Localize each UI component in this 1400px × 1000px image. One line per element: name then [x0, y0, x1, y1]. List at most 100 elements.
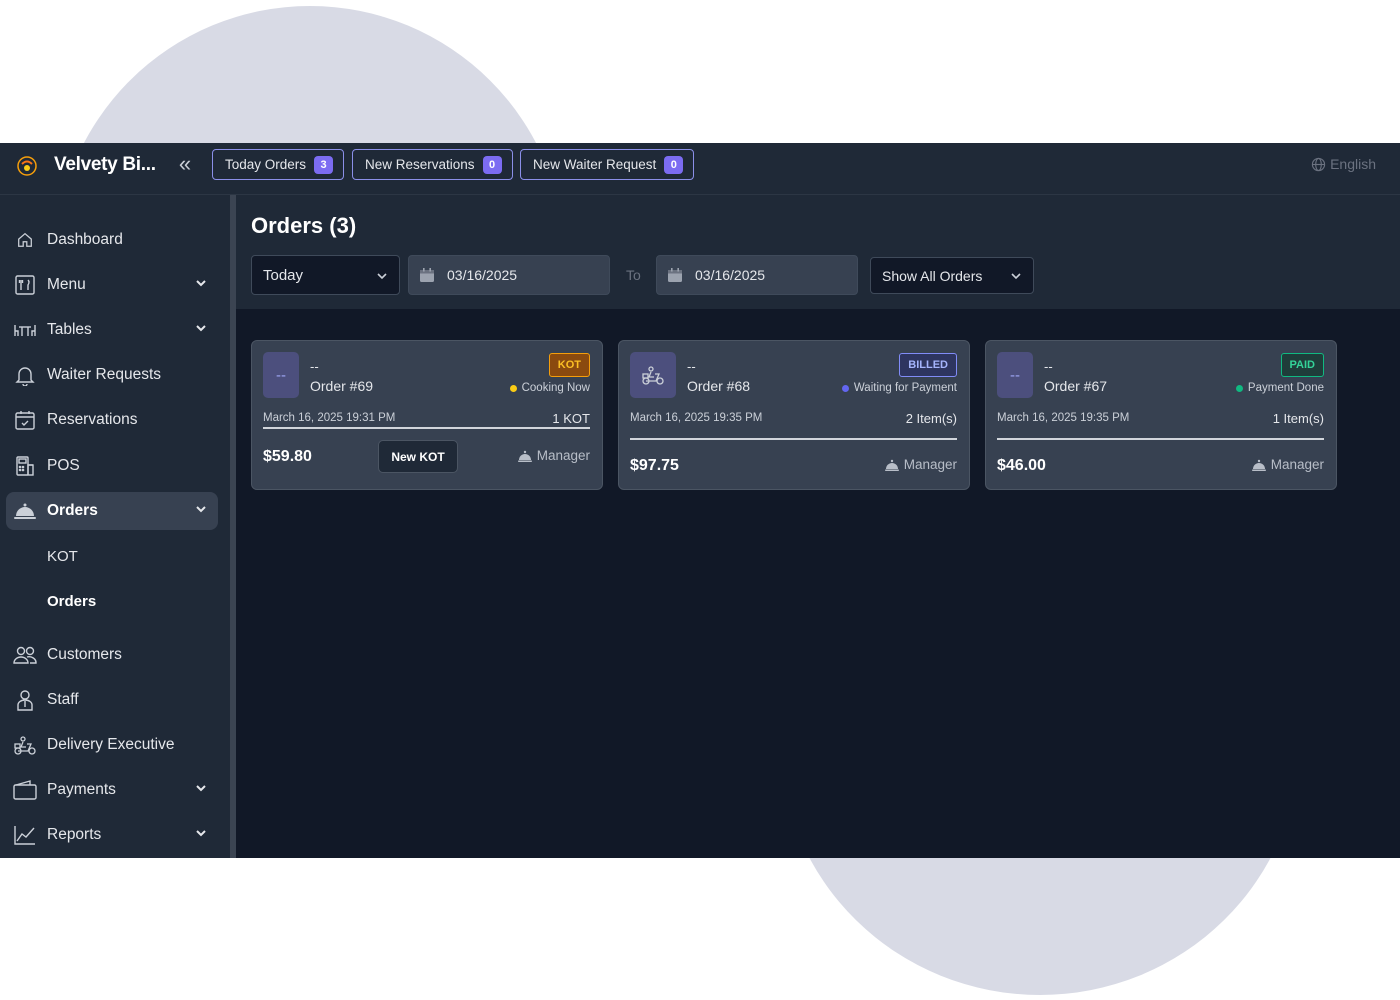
- new-waiter-request-count: 0: [664, 155, 684, 174]
- chevron-down-icon: [196, 785, 206, 792]
- delivery-avatar: [630, 352, 676, 398]
- table-name: --: [687, 359, 696, 374]
- calendar-icon: [420, 268, 434, 282]
- cloche-icon: [12, 499, 38, 523]
- sidebar-item-label: POS: [47, 457, 80, 474]
- collapse-sidebar-button[interactable]: «: [172, 152, 198, 178]
- sidebar-item-reservations[interactable]: Reservations: [6, 401, 218, 439]
- order-status-text: Waiting for Payment: [853, 382, 957, 394]
- order-status: Cooking Now: [509, 382, 590, 394]
- new-reservations-count: 0: [482, 155, 502, 174]
- order-datetime: March 16, 2025 19:35 PM: [997, 412, 1130, 424]
- status-dot: [1235, 384, 1243, 392]
- sidebar: Dashboard Menu Tables Waiter Requests Re…: [0, 195, 230, 858]
- order-staff: Manager: [884, 457, 957, 472]
- calendar-icon: [668, 268, 682, 282]
- order-status: Waiting for Payment: [841, 382, 957, 394]
- order-amount: $46.00: [997, 457, 1046, 474]
- order-filter-value: Show All Orders: [882, 267, 983, 284]
- sidebar-item-dashboard[interactable]: Dashboard: [6, 221, 218, 259]
- order-status-text: Cooking Now: [521, 382, 590, 394]
- order-datetime: March 16, 2025 19:31 PM: [263, 412, 396, 424]
- sidebar-item-staff[interactable]: Staff: [6, 681, 218, 719]
- language-label: English: [1330, 156, 1376, 172]
- sidebar-item-label: Delivery Executive: [47, 736, 175, 753]
- order-item-count: 1 Item(s): [1272, 411, 1324, 426]
- sidebar-item-label: Orders: [47, 502, 98, 519]
- logo-icon: [16, 155, 38, 177]
- sidebar-item-menu[interactable]: Menu: [6, 266, 218, 304]
- order-filter-select[interactable]: Show All Orders: [870, 257, 1034, 294]
- sidebar-item-reports[interactable]: Reports: [6, 816, 218, 854]
- scooter-icon: [642, 366, 664, 385]
- sidebar-item-label: Payments: [47, 781, 116, 798]
- order-status-text: Payment Done: [1247, 382, 1324, 394]
- status-badge: BILLED: [899, 353, 957, 377]
- sidebar-item-label: Dashboard: [47, 231, 123, 248]
- order-card[interactable]: -- -- Order #67 PAID Payment Done March …: [985, 340, 1337, 490]
- from-date-value: 03/16/2025: [447, 267, 518, 283]
- sidebar-item-tables[interactable]: Tables: [6, 311, 218, 349]
- today-orders-button[interactable]: Today Orders 3: [212, 149, 345, 180]
- staff-icon: [12, 688, 38, 712]
- home-icon: [12, 228, 38, 252]
- to-date-input[interactable]: 03/16/2025: [656, 255, 858, 295]
- order-status: Payment Done: [1235, 382, 1324, 394]
- top-bar: Velvety Bi... « Today Orders 3 New Reser…: [0, 143, 1400, 195]
- order-card[interactable]: -- -- Order #69 KOT Cooking Now March 16…: [251, 340, 603, 490]
- sidebar-item-payments[interactable]: Payments: [6, 771, 218, 809]
- to-label: To: [626, 267, 641, 283]
- order-datetime: March 16, 2025 19:35 PM: [630, 412, 763, 424]
- order-item-count: 2 Item(s): [905, 411, 957, 426]
- sidebar-item-waiter-requests[interactable]: Waiter Requests: [6, 356, 218, 394]
- table-avatar: --: [263, 352, 299, 398]
- sidebar-item-label: Reports: [47, 826, 102, 843]
- date-range-value: Today: [263, 266, 304, 284]
- orders-header: Orders (3) Today 03/16/2025 To 03/16/202…: [236, 195, 1400, 309]
- globe-icon: [1311, 157, 1326, 171]
- divider: [630, 438, 957, 440]
- sidebar-item-label: Tables: [47, 321, 92, 338]
- divider: [997, 438, 1324, 440]
- order-amount: $59.80: [263, 448, 312, 465]
- order-number: Order #68: [687, 378, 751, 394]
- sidebar-item-label: Waiter Requests: [47, 366, 161, 383]
- new-reservations-button[interactable]: New Reservations 0: [352, 149, 513, 180]
- chevron-down-icon: [377, 273, 387, 280]
- new-kot-button[interactable]: New KOT: [378, 440, 458, 473]
- from-date-input[interactable]: 03/16/2025: [408, 255, 610, 295]
- sidebar-item-orders[interactable]: Orders: [6, 492, 218, 530]
- menu-book-icon: [12, 273, 38, 297]
- page-title: Orders (3): [251, 213, 357, 238]
- language-selector[interactable]: English: [1311, 156, 1376, 172]
- order-staff-name: Manager: [1270, 457, 1324, 472]
- order-amount: $97.75: [630, 457, 679, 474]
- sidebar-item-delivery-executive[interactable]: Delivery Executive: [6, 726, 218, 764]
- today-orders-label: Today Orders: [225, 157, 307, 172]
- pos-icon: [12, 454, 38, 478]
- calendar-check-icon: [12, 408, 38, 432]
- order-number: Order #67: [1044, 378, 1108, 394]
- order-card[interactable]: -- Order #68 BILLED Waiting for Payment …: [618, 340, 970, 490]
- status-badge: PAID: [1280, 353, 1324, 377]
- new-reservations-label: New Reservations: [365, 157, 475, 172]
- wallet-icon: [12, 778, 38, 802]
- date-range-select[interactable]: Today: [251, 255, 400, 295]
- sidebar-item-customers[interactable]: Customers: [6, 636, 218, 674]
- scooter-icon: [12, 733, 38, 757]
- chevron-down-icon: [196, 506, 206, 513]
- new-waiter-request-button[interactable]: New Waiter Request 0: [520, 149, 695, 180]
- waiter-icon: [517, 450, 532, 462]
- to-date-value: 03/16/2025: [695, 267, 766, 283]
- chevron-down-icon: [196, 280, 206, 287]
- sidebar-item-pos[interactable]: POS: [6, 447, 218, 485]
- status-badge: KOT: [548, 353, 590, 377]
- sidebar-subitem-kot[interactable]: KOT: [47, 548, 78, 565]
- sidebar-item-label: Menu: [47, 276, 86, 293]
- chevron-down-icon: [196, 830, 206, 837]
- waiter-icon: [1251, 459, 1266, 471]
- bell-icon: [12, 363, 38, 387]
- sidebar-subitem-orders[interactable]: Orders: [47, 593, 96, 610]
- status-dot: [841, 384, 849, 392]
- order-number: Order #69: [310, 378, 374, 394]
